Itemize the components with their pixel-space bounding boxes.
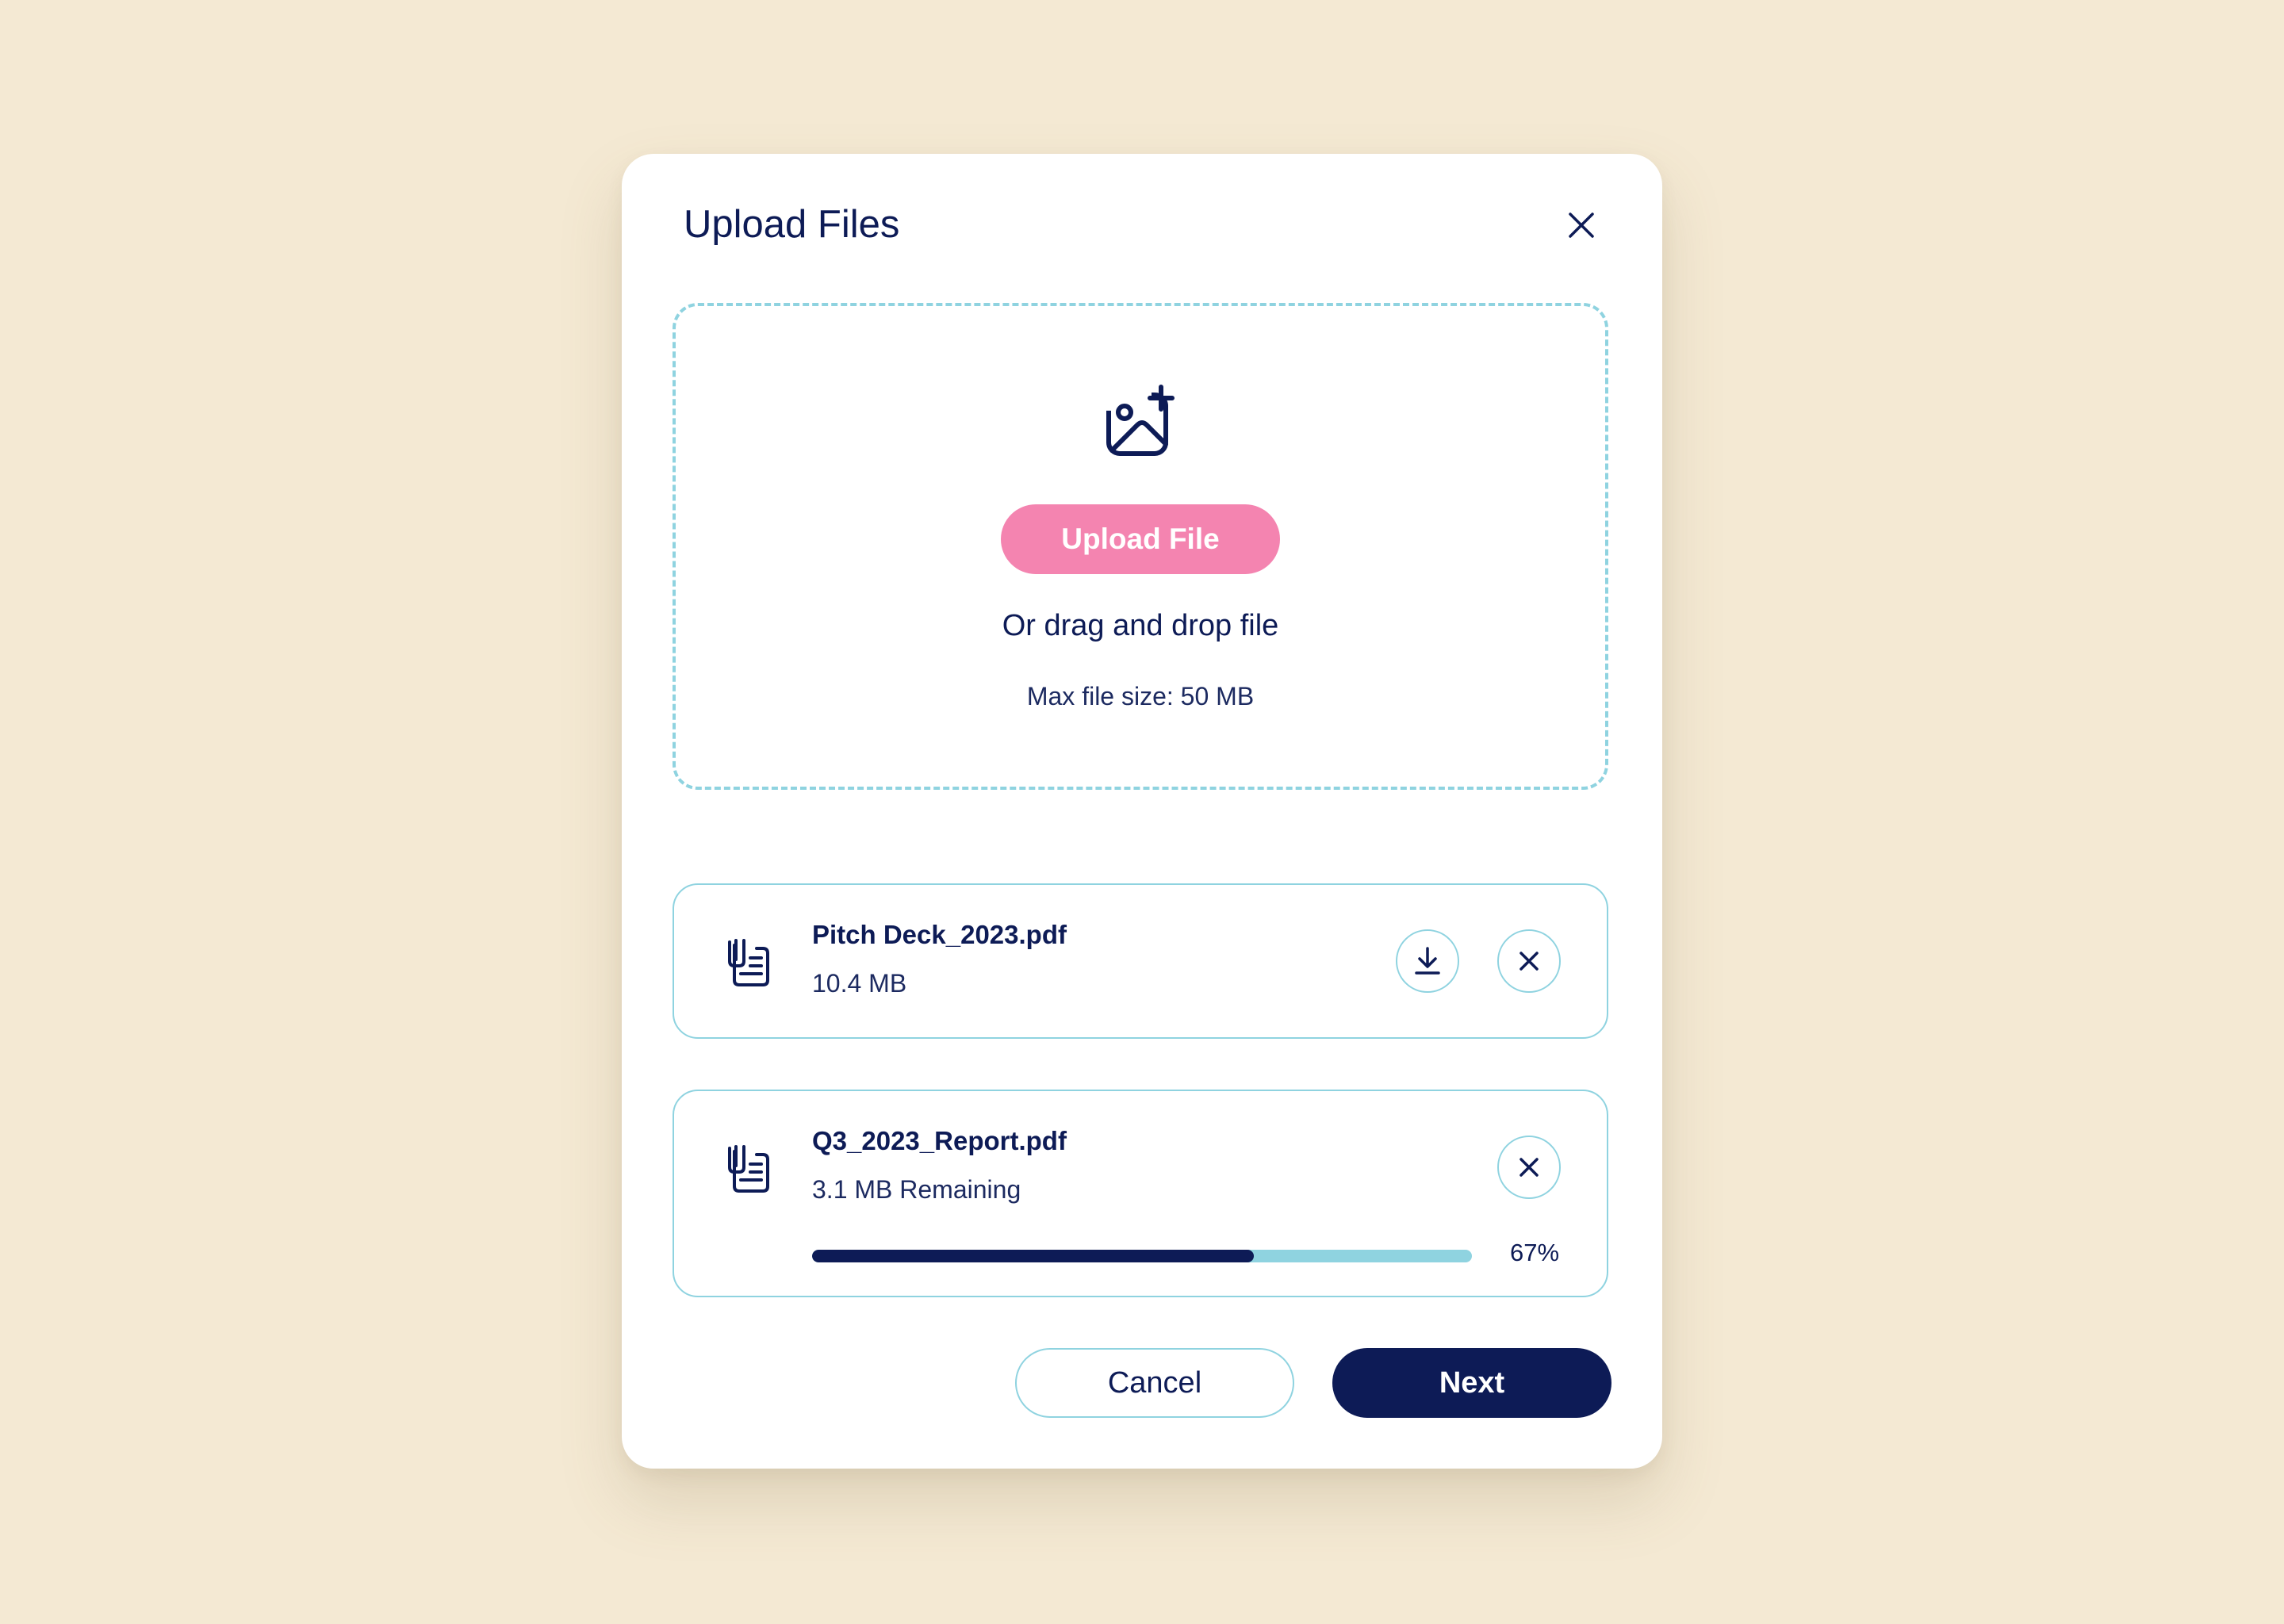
file-name: Q3_2023_Report.pdf bbox=[812, 1126, 1067, 1155]
upload-files-modal: Upload Files Upload File Or drag and dro… bbox=[622, 154, 1662, 1469]
upload-progress-bar bbox=[812, 1250, 1472, 1262]
max-file-size-text: Max file size: 50 MB bbox=[1026, 682, 1255, 710]
close-modal-button[interactable] bbox=[1562, 206, 1600, 244]
upload-file-button[interactable]: Upload File bbox=[1001, 504, 1280, 574]
file-remaining: 3.1 MB Remaining bbox=[812, 1175, 1021, 1204]
add-image-icon bbox=[1106, 385, 1175, 456]
next-button[interactable]: Next bbox=[1332, 1348, 1611, 1418]
file-name: Pitch Deck_2023.pdf bbox=[812, 920, 1067, 949]
download-button[interactable] bbox=[1396, 929, 1459, 993]
file-size: 10.4 MB bbox=[812, 969, 907, 998]
drag-drop-text: Or drag and drop file bbox=[1002, 609, 1279, 642]
file-document-icon bbox=[728, 939, 769, 986]
file-item: Q3_2023_Report.pdf 3.1 MB Remaining 67% bbox=[673, 1090, 1608, 1297]
close-icon bbox=[1569, 213, 1594, 238]
cancel-button[interactable]: Cancel bbox=[1015, 1348, 1294, 1418]
upload-progress-fill bbox=[812, 1250, 1255, 1262]
close-icon bbox=[1519, 952, 1539, 971]
modal-title: Upload Files bbox=[684, 203, 900, 246]
download-icon bbox=[1415, 947, 1440, 975]
file-item: Pitch Deck_2023.pdf 10.4 MB bbox=[673, 883, 1608, 1039]
remove-file-button[interactable] bbox=[1497, 1136, 1561, 1199]
remove-file-button[interactable] bbox=[1497, 929, 1561, 993]
upload-progress-percent: 67% bbox=[1510, 1239, 1560, 1266]
file-dropzone[interactable]: Upload File Or drag and drop file Max fi… bbox=[673, 303, 1608, 790]
file-document-icon bbox=[728, 1145, 769, 1193]
close-icon bbox=[1519, 1158, 1539, 1177]
